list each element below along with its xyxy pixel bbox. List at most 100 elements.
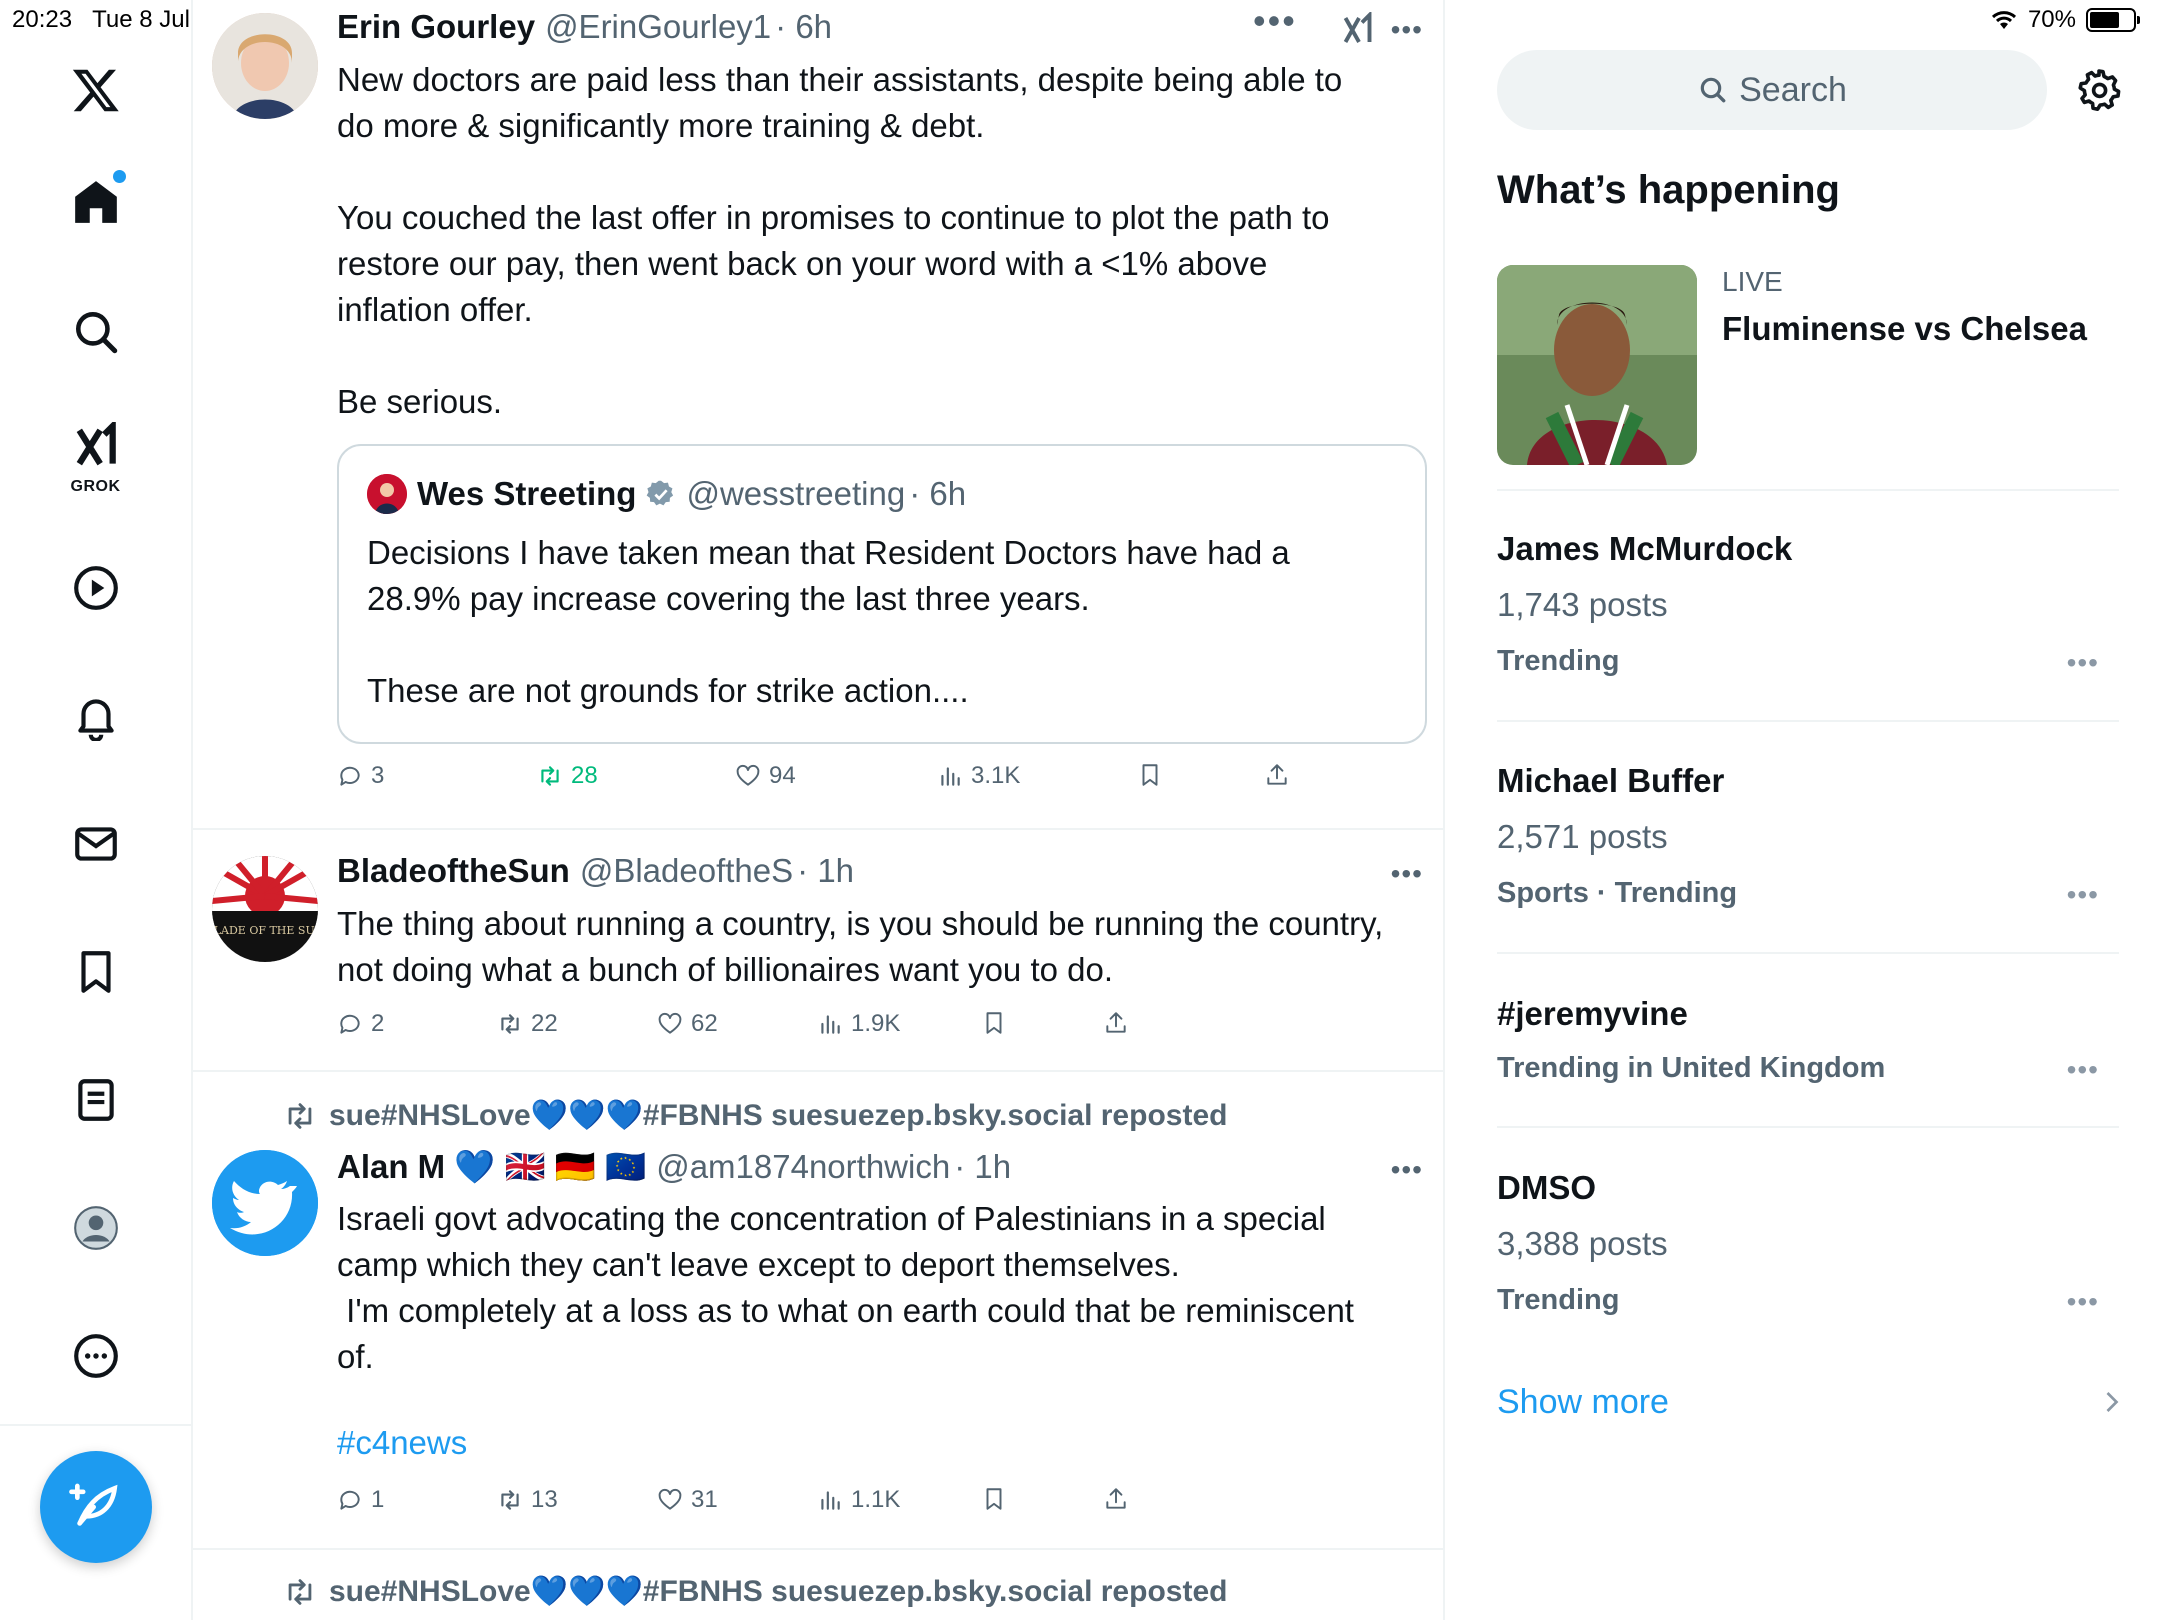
- repost-button[interactable]: 13: [497, 1486, 558, 1514]
- divider: [1497, 1126, 2119, 1128]
- trend-category: Sports · Trending: [1497, 877, 1738, 909]
- tweet[interactable]: sue#NHSLove💙💙💙#FBNHS suesuezep.bsky.soci…: [193, 1072, 1443, 1550]
- tweet-time[interactable]: · 1h: [954, 1148, 1011, 1186]
- trend-item[interactable]: #jeremyvine Trending in United Kingdom •…: [1497, 988, 2119, 1128]
- avatar[interactable]: [212, 13, 318, 119]
- like-button[interactable]: 94: [735, 762, 796, 790]
- grok-label: GROK: [70, 478, 121, 495]
- author-handle[interactable]: @BladeoftheS: [580, 852, 793, 890]
- repost-count: 28: [571, 762, 598, 789]
- divider: [1497, 720, 2119, 722]
- tweet-header: BladeoftheSun @BladeoftheS · 1h: [337, 852, 854, 890]
- trend-post-count: 3,388 posts: [1497, 1225, 1668, 1262]
- author-handle[interactable]: @ErinGourley1: [545, 8, 771, 46]
- trend-more-button[interactable]: •••: [2067, 1286, 2099, 1318]
- bookmark-button[interactable]: [1137, 762, 1163, 788]
- repost-button[interactable]: 28: [537, 762, 598, 790]
- trend-category: Trending: [1497, 1284, 1620, 1316]
- show-more-link[interactable]: Show more: [1497, 1383, 1669, 1422]
- more-options-icon[interactable]: [58, 1318, 134, 1394]
- compose-post-button[interactable]: [40, 1451, 152, 1563]
- author-name[interactable]: Erin Gourley: [337, 8, 535, 46]
- tweet-more-button[interactable]: •••: [1391, 14, 1423, 46]
- trend-item[interactable]: James McMurdock 1,743 posts Trending •••: [1497, 523, 2119, 723]
- tweet-time[interactable]: · 6h: [775, 8, 832, 46]
- tweet[interactable]: sue#NHSLove💙💙💙#FBNHS suesuezep.bsky.soci…: [193, 1550, 1443, 1620]
- repost-icon: [501, 1490, 519, 1510]
- nav-divider: [0, 1424, 193, 1426]
- trend-more-button[interactable]: •••: [2067, 879, 2099, 911]
- view-count: 1.9K: [851, 1010, 901, 1037]
- bookmarks-icon[interactable]: [58, 934, 134, 1010]
- tweet-text: New doctors are paid less than their ass…: [337, 61, 1343, 420]
- reply-button[interactable]: 1: [337, 1486, 384, 1514]
- quote-time: · 6h: [909, 475, 967, 512]
- share-icon: [1106, 1012, 1126, 1033]
- search-placeholder: Search: [1739, 70, 1847, 109]
- compose-feather-icon: [69, 1483, 118, 1526]
- trend-item[interactable]: DMSO 3,388 posts Trending •••: [1497, 1162, 2119, 1362]
- home-icon[interactable]: [58, 164, 134, 240]
- repost-button[interactable]: 22: [497, 1010, 558, 1038]
- notifications-bell-icon[interactable]: [58, 678, 134, 754]
- view-count: 3.1K: [971, 762, 1021, 789]
- video-icon[interactable]: [58, 550, 134, 626]
- share-button[interactable]: [1103, 1010, 1129, 1036]
- bookmark-button[interactable]: [981, 1486, 1007, 1512]
- reposted-by[interactable]: sue#NHSLove💙💙💙#FBNHS suesuezep.bsky.soci…: [283, 1574, 1227, 1609]
- lists-icon[interactable]: [58, 1062, 134, 1138]
- live-event-image[interactable]: [1497, 265, 1697, 465]
- hashtag-link[interactable]: #c4news: [337, 1424, 467, 1462]
- author-name[interactable]: Alan M 💙 🇬🇧 🇩🇪 🇪🇺: [337, 1148, 646, 1187]
- x-logo-icon[interactable]: [58, 52, 134, 128]
- author-handle[interactable]: @am1874northwich: [656, 1148, 950, 1186]
- views-button[interactable]: 1.9K: [817, 1010, 900, 1038]
- live-label: LIVE: [1722, 266, 1783, 297]
- like-button[interactable]: 31: [657, 1486, 718, 1514]
- share-button[interactable]: [1264, 762, 1290, 788]
- views-button[interactable]: 3.1K: [937, 762, 1020, 790]
- reply-count: 3: [371, 762, 385, 789]
- explore-search-icon[interactable]: [58, 294, 134, 370]
- settings-gear-icon[interactable]: [2075, 66, 2123, 114]
- profile-avatar-icon[interactable]: [58, 1190, 134, 1266]
- author-name[interactable]: BladeoftheSun: [337, 852, 570, 890]
- reposted-by[interactable]: sue#NHSLove💙💙💙#FBNHS suesuezep.bsky.soci…: [283, 1098, 1227, 1133]
- grok-explain-icon[interactable]: [1341, 12, 1377, 48]
- trend-more-button[interactable]: •••: [2067, 647, 2099, 679]
- grok-icon[interactable]: GROK: [58, 416, 134, 495]
- trend-more-button[interactable]: •••: [2067, 1054, 2099, 1086]
- tweet-more-button[interactable]: •••: [1391, 1154, 1423, 1186]
- whats-happening-title: What’s happening: [1497, 168, 1840, 212]
- tweet-time[interactable]: · 1h: [797, 852, 854, 890]
- like-count: 94: [769, 762, 796, 789]
- quote-author-handle: @wesstreeting: [686, 475, 906, 512]
- bookmark-button[interactable]: [981, 1010, 1007, 1036]
- right-sidebar: Search What’s happening LIVE Fluminense …: [1497, 0, 2160, 1620]
- quoted-tweet[interactable]: Wes Streeting @wesstreeting · 6h Decisio…: [337, 444, 1427, 744]
- like-button[interactable]: 62: [657, 1010, 718, 1038]
- search-input[interactable]: Search: [1497, 50, 2047, 130]
- live-event-title[interactable]: Fluminense vs Chelsea: [1722, 310, 2087, 348]
- messages-mail-icon[interactable]: [58, 806, 134, 882]
- trend-item[interactable]: Michael Buffer 2,571 posts Sports · Tren…: [1497, 755, 2119, 955]
- avatar[interactable]: BLADE OF THE SUN: [212, 856, 318, 962]
- repost-icon: [501, 1014, 519, 1034]
- avatar[interactable]: [212, 1150, 318, 1256]
- avatar-logo-text: BLADE OF THE SUN: [212, 924, 318, 937]
- bookmark-icon: [986, 1488, 1002, 1510]
- tweet-more-button[interactable]: •••: [1391, 858, 1423, 890]
- trend-category: Trending: [1497, 645, 1620, 677]
- tweet[interactable]: Erin Gourley @ErinGourley1 · 6h ••• New …: [193, 0, 1443, 830]
- reply-button[interactable]: 2: [337, 1010, 384, 1038]
- reply-button[interactable]: 3: [337, 762, 384, 790]
- share-icon: [1106, 1488, 1126, 1509]
- reply-icon: [340, 1014, 360, 1034]
- tweet[interactable]: BLADE OF THE SUN BladeoftheSun @Bladeoft…: [193, 830, 1443, 1072]
- bookmark-icon: [1142, 764, 1158, 786]
- like-count: 31: [691, 1486, 718, 1513]
- view-count: 1.1K: [851, 1486, 901, 1513]
- heart-icon: [658, 1012, 682, 1034]
- views-button[interactable]: 1.1K: [817, 1486, 900, 1514]
- share-button[interactable]: [1103, 1486, 1129, 1512]
